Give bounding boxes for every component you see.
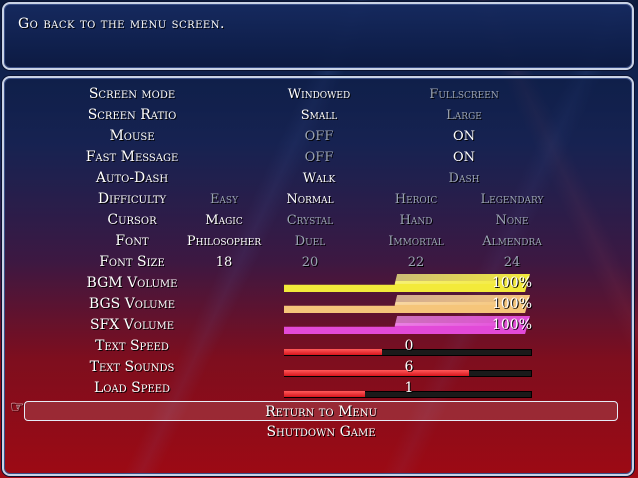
- gauge-row-text-speed[interactable]: Text Speed 0: [4, 336, 636, 357]
- choice-crystal[interactable]: Crystal: [260, 210, 360, 231]
- options-window: Screen mode Windowed Fullscreen Screen Rati…: [2, 76, 634, 476]
- choice-heroic[interactable]: Heroic: [366, 189, 466, 210]
- hand-cursor-icon: ☞: [10, 397, 25, 416]
- gauge-label: Text Sounds: [89, 359, 175, 375]
- gauge-value: 0: [404, 338, 414, 354]
- gauge-row-bgm-volume[interactable]: BGM Volume 100%: [4, 273, 636, 294]
- option-row-fast-message[interactable]: Fast Message OFF ON: [4, 147, 636, 168]
- option-label: Auto-Dash: [95, 170, 169, 186]
- choice-windowed[interactable]: Windowed: [269, 84, 369, 105]
- gauge-label: Text Speed: [95, 338, 169, 354]
- help-window: Go back to the menu screen.: [2, 2, 634, 70]
- option-row-cursor[interactable]: Cursor Magic Crystal Hand None: [4, 210, 636, 231]
- choice-walk[interactable]: Walk: [269, 168, 369, 189]
- choice-easy[interactable]: Easy: [174, 189, 274, 210]
- choice-large[interactable]: Large: [414, 105, 514, 126]
- choice-off[interactable]: OFF: [269, 126, 369, 147]
- choice-20[interactable]: 20: [260, 252, 360, 273]
- option-label: Screen mode: [88, 86, 176, 102]
- gauge-value: 1: [404, 380, 414, 396]
- gauge-label: BGS Volume: [88, 296, 176, 312]
- sfx-volume-slider[interactable]: 100%: [284, 315, 534, 336]
- gauge-row-bgs-volume[interactable]: BGS Volume 100%: [4, 294, 636, 315]
- choice-on[interactable]: ON: [414, 147, 514, 168]
- choice-legendary[interactable]: Legendary: [462, 189, 562, 210]
- choice-magic[interactable]: Magic: [174, 210, 274, 231]
- gauge-value: 6: [404, 359, 414, 375]
- gauge-label: BGM Volume: [86, 275, 178, 291]
- option-row-mouse[interactable]: Mouse OFF ON: [4, 126, 636, 147]
- gauge-value: 100%: [491, 317, 532, 333]
- gauge-row-text-sounds[interactable]: Text Sounds 6: [4, 357, 636, 378]
- bgm-volume-slider[interactable]: 100%: [284, 273, 534, 294]
- option-label: Fast Message: [85, 149, 179, 165]
- load-speed-slider[interactable]: 1: [284, 378, 534, 399]
- option-row-font[interactable]: Font Philosopher Duel Immortal Almendra: [4, 231, 636, 252]
- gauge-row-load-speed[interactable]: Load Speed 1: [4, 378, 636, 399]
- text-speed-slider[interactable]: 0: [284, 336, 534, 357]
- option-row-difficulty[interactable]: Difficulty Easy Normal Heroic Legendary: [4, 189, 636, 210]
- option-row-font-size[interactable]: Font Size 18 20 22 24: [4, 252, 636, 273]
- help-text: Go back to the menu screen.: [18, 16, 225, 32]
- option-label: Screen Ratio: [87, 107, 177, 123]
- option-row-screen-mode[interactable]: Screen mode Windowed Fullscreen: [4, 84, 636, 105]
- bgs-volume-slider[interactable]: 100%: [284, 294, 534, 315]
- choice-fullscreen[interactable]: Fullscreen: [414, 84, 514, 105]
- option-row-auto-dash[interactable]: Auto-Dash Walk Dash: [4, 168, 636, 189]
- choice-24[interactable]: 24: [462, 252, 562, 273]
- choice-none[interactable]: None: [462, 210, 562, 231]
- choice-immortal[interactable]: Immortal: [366, 231, 466, 252]
- gauge-value: 100%: [491, 275, 532, 291]
- choice-dash[interactable]: Dash: [414, 168, 514, 189]
- return-to-menu-button[interactable]: Return to Menu: [24, 401, 618, 421]
- option-label: Mouse: [109, 128, 155, 144]
- gauge-label: Load Speed: [93, 380, 171, 396]
- choice-22[interactable]: 22: [366, 252, 466, 273]
- gauge-row-sfx-volume[interactable]: SFX Volume 100%: [4, 315, 636, 336]
- choice-on[interactable]: ON: [414, 126, 514, 147]
- choice-philosopher[interactable]: Philosopher: [174, 231, 274, 252]
- choice-small[interactable]: Small: [269, 105, 369, 126]
- choice-normal[interactable]: Normal: [260, 189, 360, 210]
- option-row-screen-ratio[interactable]: Screen Ratio Small Large: [4, 105, 636, 126]
- choice-18[interactable]: 18: [174, 252, 274, 273]
- choice-off[interactable]: OFF: [269, 147, 369, 168]
- text-sounds-slider[interactable]: 6: [284, 357, 534, 378]
- choice-duel[interactable]: Duel: [260, 231, 360, 252]
- shutdown-game-button[interactable]: Shutdown Game: [24, 422, 618, 442]
- gauge-value: 100%: [491, 296, 532, 312]
- choice-hand[interactable]: Hand: [366, 210, 466, 231]
- choice-almendra[interactable]: Almendra: [462, 231, 562, 252]
- gauge-label: SFX Volume: [89, 317, 175, 333]
